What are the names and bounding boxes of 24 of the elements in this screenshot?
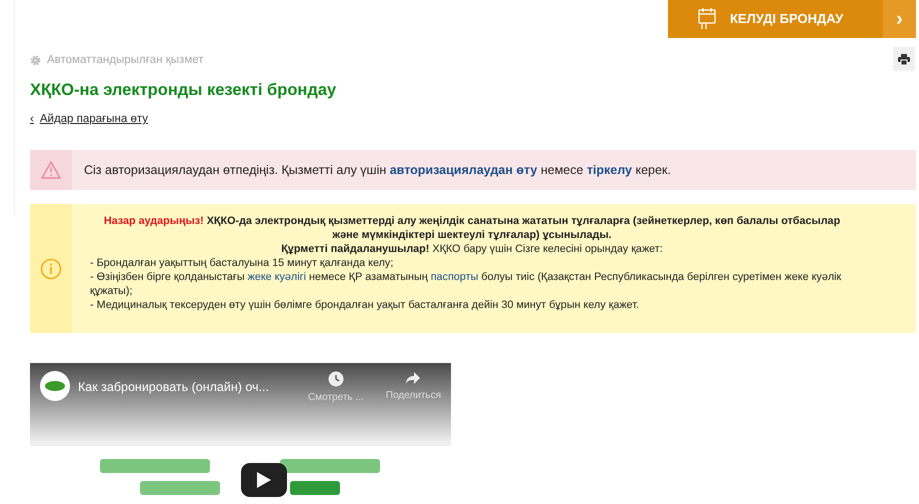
link[interactable]: авторизациялаудан өту <box>390 162 538 177</box>
play-icon <box>257 472 271 488</box>
print-button[interactable] <box>893 47 915 71</box>
back-link[interactable]: ‹ Айдар парағына өту <box>30 111 148 128</box>
info-icon <box>40 258 62 280</box>
service-type-label: Автоматтандырылған қызмет <box>47 53 204 68</box>
video-title[interactable]: Как забронировать (онлайн) оч... <box>78 378 300 398</box>
print-icon <box>898 54 910 64</box>
page-title: ХҚКО-на электронды кезекті брондау <box>30 81 338 102</box>
play-button[interactable] <box>241 463 287 498</box>
share-icon <box>405 371 422 386</box>
notice-item: - Өзіңізбен бірге қолданыстағы жеке куәлігі немесе ҚР азаматының паспорты болуы тиіс (Қазақстан Республикасында берілген суретімен жеке куәлік құжаты); <box>90 270 842 298</box>
link[interactable]: паспорты <box>430 271 478 284</box>
calendar-icon <box>696 7 718 31</box>
gear-icon <box>30 55 41 66</box>
clock-icon <box>328 371 344 388</box>
link[interactable]: тіркелу <box>586 162 632 177</box>
notice-heading: Құрметті пайдаланушылар! ХҚКО бару үшін Сізге келесіні орындау қажет: <box>280 242 664 256</box>
auth-message: Сіз авторизациялаудан өтпедіңіз. Қызметті алу үшін авторизациялаудан өту немесе тіркелу керек. <box>84 162 671 179</box>
notice-item: - Брондалған уақыттың басталуына 15 минут қалғанда келу; <box>90 256 394 270</box>
notice-item: - Медициналық тексеруден өту үшін бөлімге брондалған уақыт басталғанға дейін 30 минут бұрын келу қажет. <box>90 298 640 312</box>
warning-icon <box>41 161 61 180</box>
link[interactable]: жеке куәлігі <box>248 271 306 284</box>
notice-heading: Назар аударыңыз! ХҚКО-да электрондық қызметтерді алу жеңілдік санатына жататын тұлғаларға (зейнеткерлер, көп балалы отбасылар және мүмкіндіктері шектеулі тұлғалар) ұсынылады. <box>102 214 842 242</box>
